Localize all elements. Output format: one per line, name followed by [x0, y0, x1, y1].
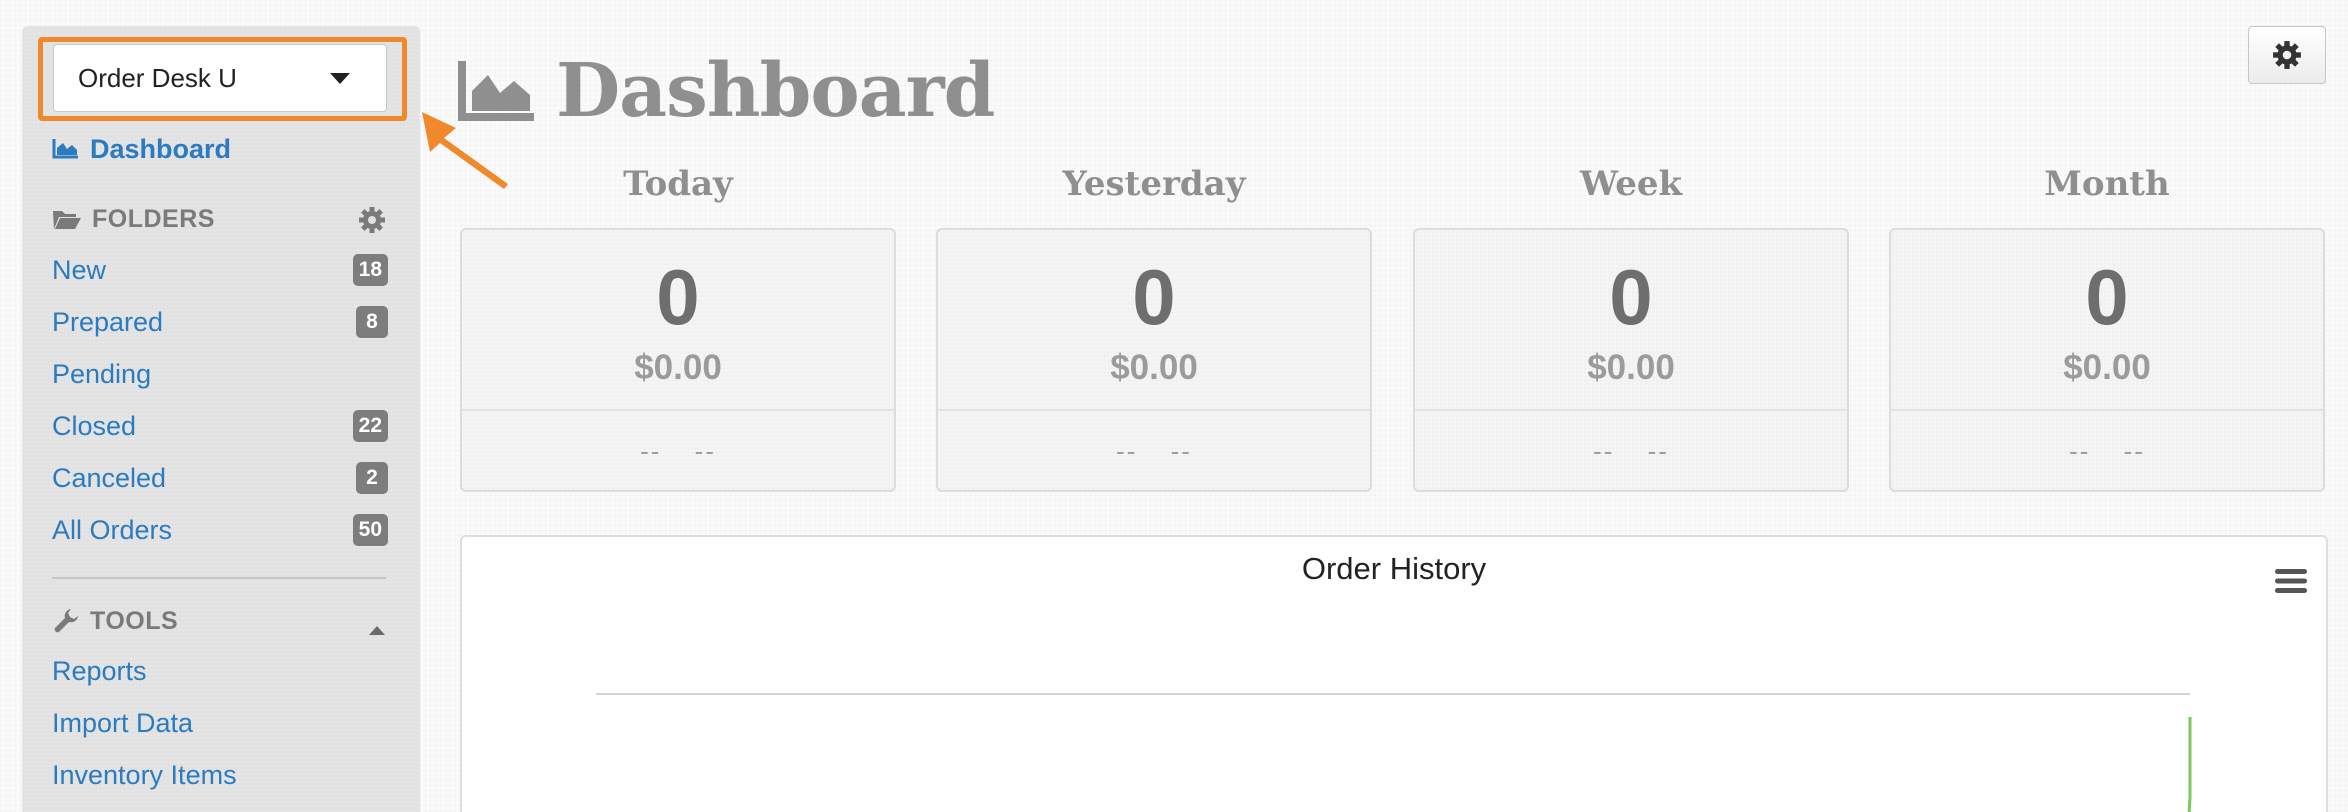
tools-heading-label: TOOLS [90, 606, 179, 635]
stat-label-month: Month [2044, 164, 2170, 204]
card-footer: -- -- [1593, 436, 1669, 466]
sidebar-item-closed[interactable]: Closed 22 [52, 406, 388, 446]
sidebar-item-label: Closed [52, 410, 137, 441]
order-count: 0 [1609, 253, 1653, 341]
sidebar-item-import-data[interactable]: Import Data [52, 703, 388, 743]
stat-card-month: 0 $0.00 -- -- [1889, 228, 2325, 492]
card-divider [1415, 409, 1847, 411]
highlight-box [38, 37, 407, 121]
count-badge: 22 [352, 410, 388, 442]
count-badge: 8 [356, 306, 388, 338]
page-title: Dashboard [458, 36, 995, 146]
page-title-text: Dashboard [556, 48, 995, 134]
sidebar-divider [52, 577, 386, 579]
sidebar-item-all-orders[interactable]: All Orders 50 [52, 510, 388, 550]
sidebar-item-label: Reports [52, 655, 147, 686]
sidebar-item-label: Inventory Items [52, 759, 237, 790]
sidebar-item-label: Dashboard [90, 133, 232, 164]
stat-label-today: Today [623, 164, 733, 204]
sidebar-item-canceled[interactable]: Canceled 2 [52, 458, 388, 498]
order-count: 0 [656, 253, 700, 341]
folder-open-icon [53, 211, 81, 229]
card-footer: -- -- [2069, 436, 2145, 466]
card-divider [1891, 409, 2323, 411]
order-count: 0 [1132, 253, 1176, 341]
series-line [2187, 717, 2192, 812]
sidebar-item-label: Prepared [52, 306, 164, 337]
sidebar-item-reports[interactable]: Reports [52, 651, 388, 691]
caret-up-icon[interactable] [368, 614, 386, 643]
tools-heading[interactable]: TOOLS [52, 604, 386, 638]
sidebar-item-dashboard[interactable]: Dashboard [52, 132, 231, 166]
area-chart-icon [52, 139, 78, 159]
stat-card-today: 0 $0.00 -- -- [460, 228, 896, 492]
sidebar-item-new[interactable]: New 18 [52, 250, 388, 290]
sidebar-item-label: Pending [52, 358, 152, 389]
folders-heading-label: FOLDERS [92, 204, 215, 233]
sidebar-item-label: All Orders [52, 514, 173, 545]
sidebar-item-label: New [52, 254, 107, 285]
card-footer: -- -- [1116, 436, 1192, 466]
stat-card-week: 0 $0.00 -- -- [1413, 228, 1849, 492]
count-badge: 18 [352, 254, 388, 286]
card-divider [938, 409, 1370, 411]
card-footer: -- -- [640, 436, 716, 466]
order-amount: $0.00 [2063, 348, 2151, 387]
order-history-chart-panel: Order History [460, 535, 2328, 812]
stat-label-week: Week [1579, 164, 1683, 204]
wrench-icon [54, 609, 78, 633]
sidebar-item-pending[interactable]: Pending [52, 354, 388, 394]
sidebar-item-label: Import Data [52, 707, 194, 738]
area-chart-icon [458, 61, 534, 121]
order-amount: $0.00 [1587, 348, 1675, 387]
count-badge: 2 [356, 462, 388, 494]
card-divider [462, 409, 894, 411]
folder-settings-gear-icon[interactable] [358, 206, 386, 241]
order-amount: $0.00 [1110, 348, 1198, 387]
order-count: 0 [2085, 253, 2129, 341]
sidebar-item-inventory-items[interactable]: Inventory Items [52, 755, 388, 795]
count-badge: 50 [352, 514, 388, 546]
folders-heading: FOLDERS [52, 202, 386, 236]
sidebar-item-prepared[interactable]: Prepared 8 [52, 302, 388, 342]
settings-button[interactable] [2248, 26, 2326, 84]
chart-plot [2187, 717, 2192, 812]
sidebar-item-label: Canceled [52, 462, 167, 493]
stat-card-yesterday: 0 $0.00 -- -- [936, 228, 1372, 492]
stat-label-yesterday: Yesterday [1062, 164, 1246, 204]
gear-icon [2273, 41, 2301, 69]
order-amount: $0.00 [634, 348, 722, 387]
